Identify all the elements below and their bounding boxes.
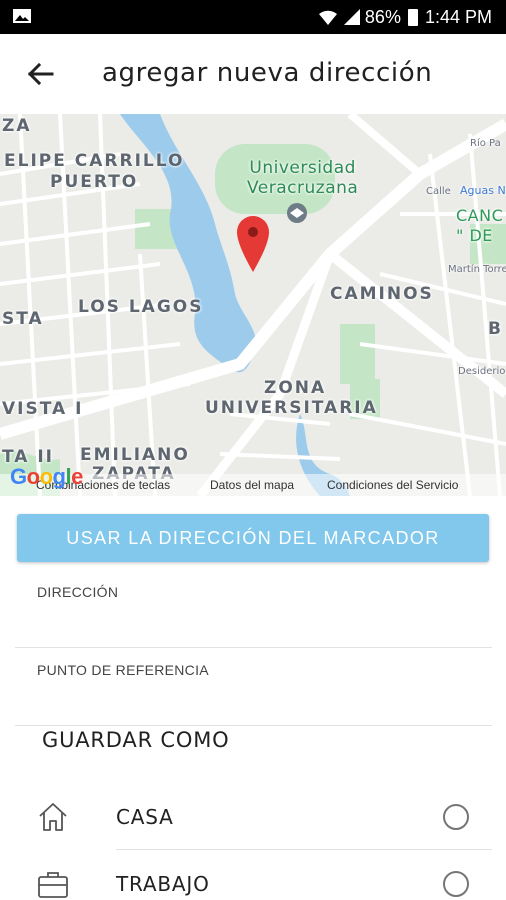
option-casa-radio[interactable] (443, 804, 469, 830)
page-title: agregar nueva dirección (102, 58, 433, 88)
app-screen: 86% 1:44 PM agregar nueva dirección ZA E… (0, 0, 506, 900)
briefcase-icon (38, 872, 68, 898)
option-casa-label: CASA (116, 805, 174, 829)
status-bar: 86% 1:44 PM (0, 0, 506, 34)
location-pin-icon (237, 216, 269, 272)
status-right: 86% 1:44 PM (317, 0, 492, 34)
home-icon (39, 803, 67, 831)
use-marker-address-button[interactable]: USAR LA DIRECCIÓN DEL MARCADOR (17, 514, 489, 562)
image-icon (13, 9, 31, 23)
map-label-sta: STA (2, 309, 44, 329)
map-label-universitaria: UNIVERSITARIA (205, 398, 378, 418)
map-label-los-lagos: LOS LAGOS (78, 297, 204, 317)
map-label-puerto: PUERTO (50, 172, 139, 192)
battery-percent: 86% (364, 6, 401, 27)
terms-link[interactable]: Condiciones del Servicio (327, 478, 458, 492)
option-trabajo-radio[interactable] (443, 871, 469, 897)
direccion-label: DIRECCIÓN (37, 584, 119, 600)
map-label-za: ZA (2, 116, 32, 136)
referencia-field[interactable]: PUNTO DE REFERENCIA (15, 648, 492, 726)
map-view[interactable]: ZA ELIPE CARRILLO PUERTO Universidad Ver… (0, 114, 506, 496)
map-label-canc: CANC (456, 206, 504, 225)
clock: 1:44 PM (424, 6, 492, 27)
google-logo: Google (10, 464, 83, 489)
map-label-caminos: CAMINOS (330, 284, 434, 304)
app-bar: agregar nueva dirección (0, 34, 506, 114)
map-label-zona: ZONA (264, 378, 327, 398)
referencia-label: PUNTO DE REFERENCIA (37, 662, 209, 678)
save-as-title: GUARDAR COMO (42, 728, 230, 752)
map-label-b: B (488, 319, 503, 339)
map-label-vista: VISTA I (2, 399, 84, 419)
map-label-rio-pa: Río Pa (470, 138, 501, 149)
referencia-input[interactable] (37, 688, 488, 718)
battery-icon (407, 8, 418, 26)
map-label-emiliano: EMILIANO (80, 445, 190, 465)
direccion-field[interactable]: DIRECCIÓN (15, 572, 492, 648)
map-label-universidad: Universidad Veracruzana (247, 158, 358, 198)
option-trabajo-label: TRABAJO (116, 872, 210, 896)
map-label-calle: Calle (426, 186, 451, 197)
map-label-desiderio: Desiderio (458, 366, 506, 377)
direccion-input[interactable] (37, 610, 488, 640)
map-label-aguas-n: Aguas N (460, 184, 506, 197)
map-label-felipe: ELIPE CARRILLO (4, 151, 185, 171)
option-casa[interactable]: CASA (0, 784, 506, 850)
wifi-icon (318, 10, 337, 25)
map-label-de: " DE (456, 226, 493, 245)
signal-icon (343, 9, 360, 25)
option-trabajo[interactable]: TRABAJO (0, 851, 506, 900)
map-data-link[interactable]: Datos del mapa (210, 478, 294, 492)
arrow-back-icon[interactable] (22, 56, 58, 92)
options-divider (116, 849, 492, 850)
univ-line2: Veracruzana (247, 178, 359, 198)
univ-line1: Universidad (249, 158, 356, 178)
map-label-martin-torres: Martín Torres (448, 264, 506, 275)
